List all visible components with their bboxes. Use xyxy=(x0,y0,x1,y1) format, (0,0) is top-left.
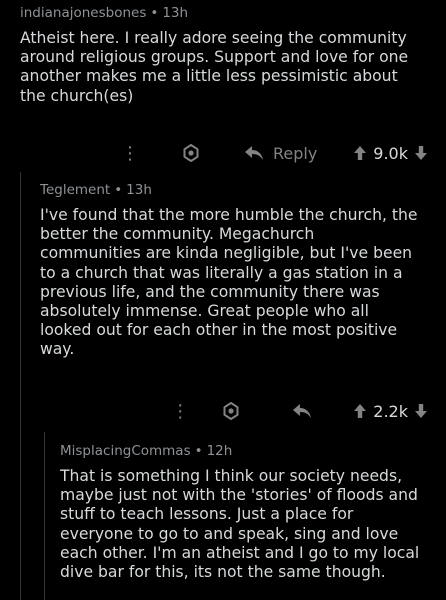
award-icon[interactable] xyxy=(221,401,241,421)
meta-separator: • xyxy=(114,182,123,198)
thread-line[interactable] xyxy=(20,172,21,600)
comment-age: 12h xyxy=(206,443,233,459)
comment-line: absolutely immense. Great people who all xyxy=(40,302,369,321)
comment-line: to a church that was literally a gas sta… xyxy=(40,263,403,282)
vote-controls: 9.0k xyxy=(353,144,428,163)
comment-line: the church(es) xyxy=(20,86,134,105)
comment-meta: Teglement • 13h xyxy=(40,182,440,198)
comment-author[interactable]: Teglement xyxy=(40,182,110,198)
reply-label: Reply xyxy=(272,143,318,163)
reply-button[interactable]: Reply xyxy=(243,144,317,163)
comment-line: everyone to go to and speak, sing and lo… xyxy=(60,524,399,543)
comment-line: each other. I'm an atheist and I go to m… xyxy=(60,543,420,562)
comment-line: looked out for each other in the most po… xyxy=(40,321,398,340)
more-options-icon[interactable]: ⋮ xyxy=(171,401,189,422)
meta-separator: • xyxy=(150,5,159,21)
comment-line: previous life, and the community there w… xyxy=(40,282,380,301)
comment-body: I've found that the more humble the chur… xyxy=(40,206,440,360)
comment-teglement: Teglement • 13h I've found that the more h… xyxy=(40,182,440,360)
comment-meta: MisplacingCommas • 12h xyxy=(60,443,444,459)
comment-actions: ⋮ 2.2k xyxy=(0,397,428,425)
comment-line: way. xyxy=(40,340,75,359)
comment-body: Atheist here. I really adore seeing the … xyxy=(20,29,440,106)
comment-line: stuff to teach lessons. Just a place for xyxy=(60,505,354,524)
comment-actions: ⋮ Reply 9.0k xyxy=(0,139,428,167)
comment-line: dive bar for this, its not the same thou… xyxy=(60,563,386,582)
comment-indianajonesbones: indianajonesbones • 13h Atheist here. I re… xyxy=(20,5,440,106)
thread-line[interactable] xyxy=(44,432,45,600)
upvote-arrow-icon[interactable] xyxy=(353,403,367,419)
score: 2.2k xyxy=(373,401,408,421)
comment-line: maybe just not with the 'stories' of flo… xyxy=(60,486,418,505)
comment-line: around religious groups. Support and lov… xyxy=(20,48,409,67)
meta-separator: • xyxy=(194,443,203,459)
comment-line: That is something I think our society ne… xyxy=(60,467,403,485)
reply-arrow-icon xyxy=(244,146,263,160)
downvote-arrow-icon[interactable] xyxy=(414,145,428,161)
downvote-arrow-icon[interactable] xyxy=(414,403,428,419)
comment-meta: indianajonesbones • 13h xyxy=(20,5,440,21)
comment-line: Atheist here. I really adore seeing the … xyxy=(20,29,407,47)
more-options-icon[interactable]: ⋮ xyxy=(121,143,139,164)
comment-author[interactable]: indianajonesbones xyxy=(20,5,146,21)
award-icon[interactable] xyxy=(181,143,201,163)
comment-author[interactable]: MisplacingCommas xyxy=(60,443,191,459)
comment-age: 13h xyxy=(126,182,152,198)
comment-line: better the community. Megachurch xyxy=(40,225,315,244)
upvote-arrow-icon[interactable] xyxy=(353,145,367,161)
comment-age: 13h xyxy=(162,5,189,21)
reply-button[interactable] xyxy=(291,402,313,420)
comment-misplacingcommas: MisplacingCommas • 12h That is something I… xyxy=(60,443,444,582)
comment-line: I've found that the more humble the chur… xyxy=(40,206,418,224)
comment-body: That is something I think our society ne… xyxy=(60,467,444,582)
comment-line: communities are kinda negligible, but I'… xyxy=(40,244,413,263)
vote-controls: 2.2k xyxy=(353,402,428,421)
score: 9.0k xyxy=(373,143,408,163)
reply-arrow-icon xyxy=(293,404,312,418)
comment-line: another makes me a little less pessimist… xyxy=(20,67,398,86)
